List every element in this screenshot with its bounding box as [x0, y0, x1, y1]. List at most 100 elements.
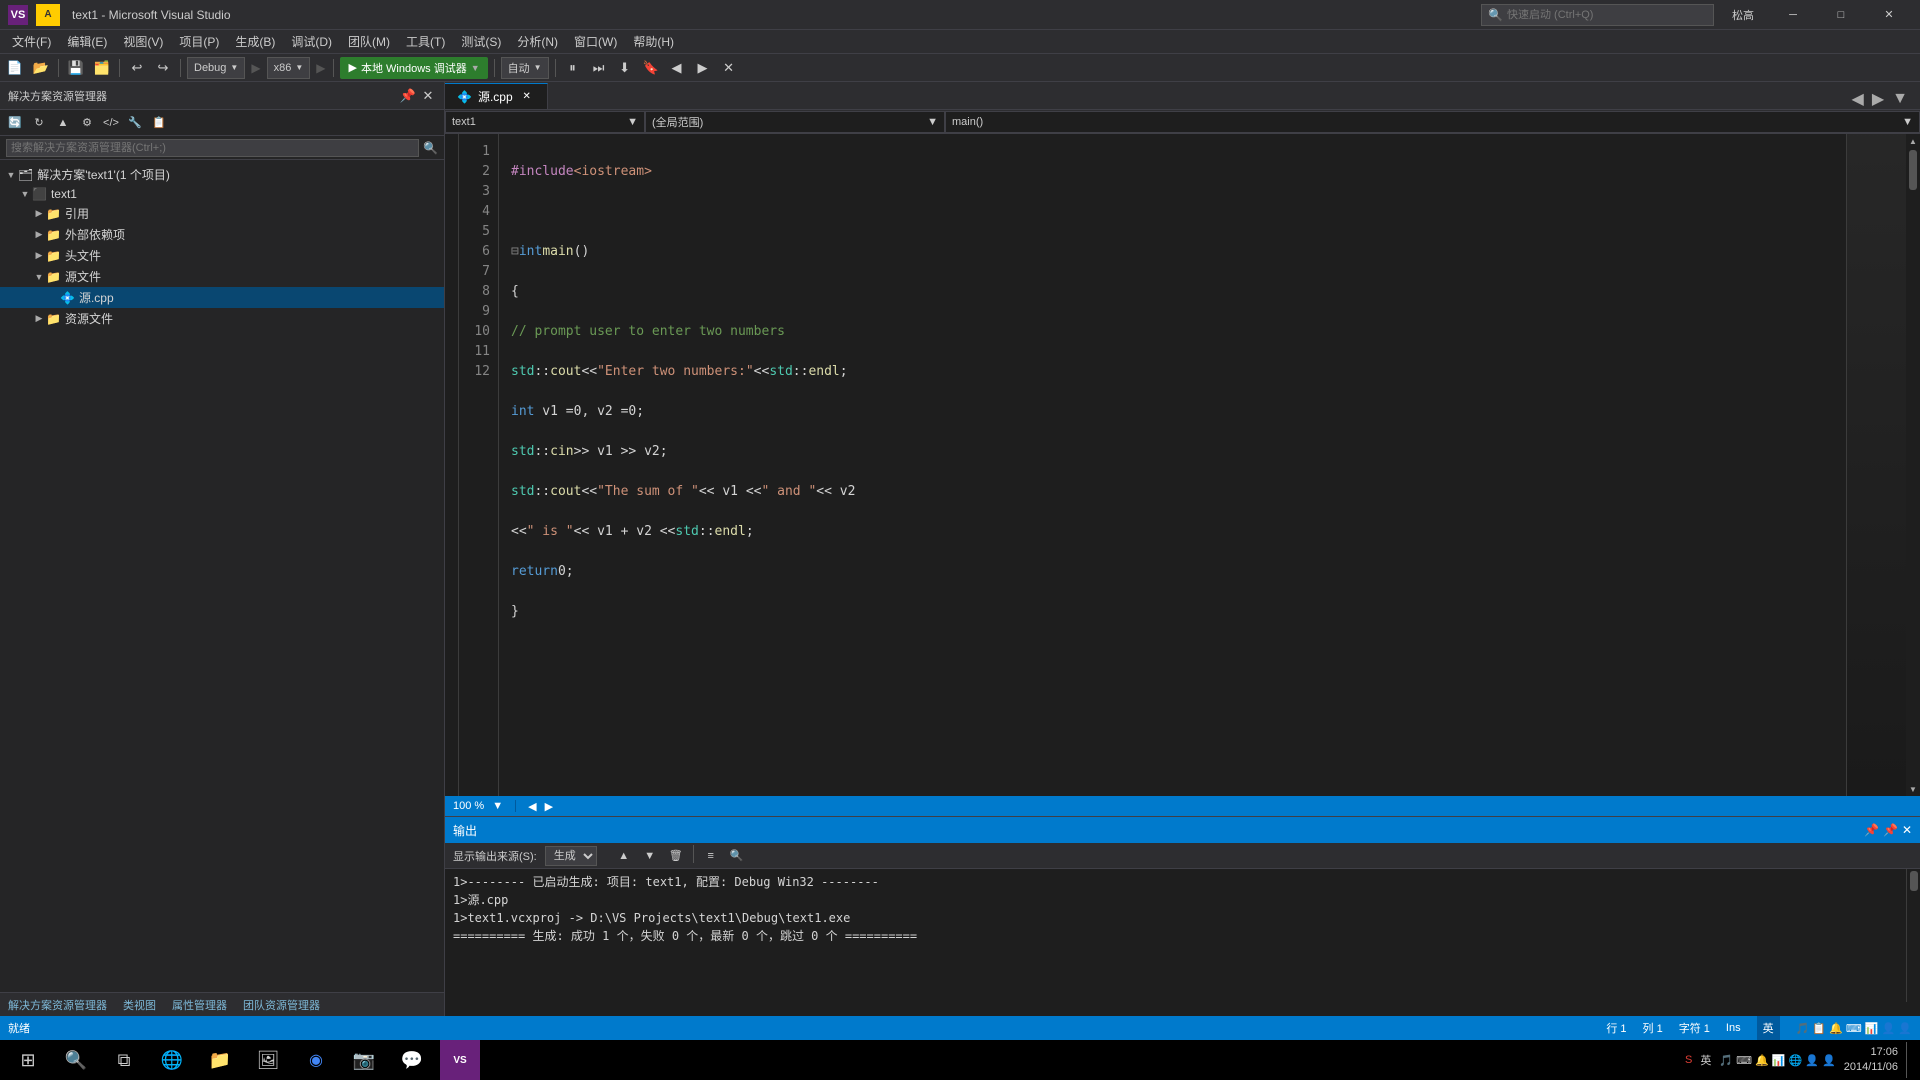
- open-btn[interactable]: 📂: [30, 57, 52, 79]
- scroll-track[interactable]: [1906, 148, 1920, 782]
- zoom-dropdown-arrow[interactable]: ▼: [492, 800, 503, 812]
- nav-member-dropdown[interactable]: main() ▼: [945, 111, 1920, 133]
- se-collapse-btn[interactable]: ▲: [52, 112, 74, 134]
- se-showfiles-btn[interactable]: 📋: [148, 112, 170, 134]
- save-all-btn[interactable]: 🗂️: [91, 57, 113, 79]
- solution-icon: 🗂: [18, 168, 33, 182]
- next-bookmark-btn[interactable]: ▶: [692, 57, 714, 79]
- tree-resource-files[interactable]: ▶ 📁 资源文件: [0, 308, 444, 329]
- scroll-thumb[interactable]: [1909, 150, 1917, 190]
- se-sync-btn[interactable]: 🔄: [4, 112, 26, 134]
- output-find[interactable]: 🔍: [726, 845, 748, 867]
- tree-external-deps[interactable]: ▶ 📁 外部依赖项: [0, 224, 444, 245]
- folder-btn[interactable]: 📁: [200, 1040, 240, 1080]
- menu-view[interactable]: 视图(V): [115, 31, 171, 52]
- horizontal-scroll-right[interactable]: ▶: [545, 800, 553, 813]
- nav-scope-dropdown[interactable]: (全局范围) ▼: [645, 111, 945, 133]
- run-button[interactable]: ▶ 本地 Windows 调试器 ▼: [340, 57, 487, 79]
- media-btn[interactable]: 🖼: [248, 1040, 288, 1080]
- menu-team[interactable]: 团队(M): [340, 31, 398, 52]
- quick-launch-input[interactable]: [1507, 9, 1707, 21]
- new-project-btn[interactable]: 📄: [4, 57, 26, 79]
- step-into-btn[interactable]: ⬇: [614, 57, 636, 79]
- scroll-down-btn[interactable]: ▼: [1906, 782, 1920, 796]
- menu-test[interactable]: 测试(S): [453, 31, 509, 52]
- menu-debug[interactable]: 调试(D): [283, 31, 340, 52]
- save-btn[interactable]: 💾: [65, 57, 87, 79]
- editor-scrollbar-vertical[interactable]: ▲ ▼: [1906, 134, 1920, 796]
- tree-source-cpp[interactable]: 💠 源.cpp: [0, 287, 444, 308]
- wechat-btn[interactable]: 💬: [392, 1040, 432, 1080]
- code-editor[interactable]: #include <iostream> ⊟int main() { // pro…: [499, 134, 1846, 796]
- breakpoints-btn[interactable]: ⏸: [562, 57, 584, 79]
- search-taskbar-btn[interactable]: 🔍: [56, 1040, 96, 1080]
- menu-file[interactable]: 文件(F): [4, 31, 59, 52]
- redo-btn[interactable]: ↪: [152, 57, 174, 79]
- output-scroll-down[interactable]: ▼: [639, 845, 661, 867]
- tree-header-files[interactable]: ▶ 📁 头文件: [0, 245, 444, 266]
- output-scrollbar-horizontal[interactable]: [445, 1002, 1920, 1016]
- menu-analyze[interactable]: 分析(N): [509, 31, 566, 52]
- close-button[interactable]: ✕: [1866, 0, 1912, 30]
- step-over-btn[interactable]: ⏭: [588, 57, 610, 79]
- nav-project-dropdown[interactable]: text1 ▼: [445, 111, 645, 133]
- tree-source-files[interactable]: ▼ 📁 源文件: [0, 266, 444, 287]
- menu-project[interactable]: 项目(P): [171, 31, 227, 52]
- taskbar-input-method[interactable]: 英: [1700, 1052, 1711, 1068]
- se-search-input[interactable]: [6, 139, 419, 157]
- menu-tools[interactable]: 工具(T): [398, 31, 453, 52]
- prev-bookmark-btn[interactable]: ◀: [666, 57, 688, 79]
- output-scroll-thumb[interactable]: [1910, 871, 1918, 891]
- tab-scroll-left[interactable]: ◀: [1848, 89, 1868, 109]
- chrome-btn[interactable]: ◉: [296, 1040, 336, 1080]
- se-refresh-btn[interactable]: ↻: [28, 112, 50, 134]
- se-tab-class[interactable]: 类视图: [123, 997, 156, 1013]
- task-view-btn[interactable]: ⧉: [104, 1040, 144, 1080]
- output-scroll-pin[interactable]: 📌: [1864, 823, 1879, 837]
- se-pin-btn[interactable]: 📌: [400, 88, 416, 104]
- output-pin-btn[interactable]: 📌: [1883, 823, 1898, 837]
- menu-edit[interactable]: 编辑(E): [59, 31, 115, 52]
- quick-launch-search[interactable]: 🔍: [1481, 4, 1714, 26]
- minimize-button[interactable]: ─: [1770, 0, 1816, 30]
- se-tab-solution[interactable]: 解决方案资源管理器: [8, 997, 107, 1013]
- photos-btn[interactable]: 📷: [344, 1040, 384, 1080]
- clear-bookmark-btn[interactable]: ✕: [718, 57, 740, 79]
- tab-expand[interactable]: ▼: [1888, 90, 1912, 108]
- se-props-btn[interactable]: ⚙: [76, 112, 98, 134]
- tree-project[interactable]: ▼ ⬛ text1: [0, 185, 444, 203]
- attach-dropdown[interactable]: 自动 ▼: [501, 57, 549, 79]
- menu-build[interactable]: 生成(B): [227, 31, 283, 52]
- bookmark-btn[interactable]: 🔖: [640, 57, 662, 79]
- debug-config-dropdown[interactable]: Debug ▼: [187, 57, 245, 79]
- undo-btn[interactable]: ↩: [126, 57, 148, 79]
- menu-help[interactable]: 帮助(H): [625, 31, 682, 52]
- scroll-up-btn[interactable]: ▲: [1906, 134, 1920, 148]
- se-view-btn[interactable]: </>: [100, 112, 122, 134]
- ie-btn[interactable]: 🌐: [152, 1040, 192, 1080]
- se-close-btn[interactable]: ✕: [420, 88, 436, 104]
- vs-taskbar-btn[interactable]: VS: [440, 1040, 480, 1080]
- output-wrap[interactable]: ≡: [700, 845, 722, 867]
- zoom-level[interactable]: 100 %: [453, 800, 484, 812]
- tab-scroll-right[interactable]: ▶: [1868, 89, 1888, 109]
- platform-dropdown[interactable]: x86 ▼: [267, 57, 311, 79]
- tab-source-cpp-close[interactable]: ✕: [519, 89, 535, 105]
- se-tab-team[interactable]: 团队资源管理器: [243, 997, 320, 1013]
- output-scroll-up[interactable]: ▲: [613, 845, 635, 867]
- restore-button[interactable]: □: [1818, 0, 1864, 30]
- tree-references[interactable]: ▶ 📁 引用: [0, 203, 444, 224]
- tab-source-cpp[interactable]: 💠 源.cpp ✕: [445, 83, 548, 109]
- tree-solution[interactable]: ▼ 🗂 解决方案'text1'(1 个项目): [0, 164, 444, 185]
- output-source-select[interactable]: 生成: [545, 846, 597, 866]
- highlight-button[interactable]: A: [36, 4, 60, 26]
- menu-window[interactable]: 窗口(W): [566, 31, 625, 52]
- output-close-btn[interactable]: ✕: [1902, 823, 1912, 837]
- horizontal-scroll-left[interactable]: ◀: [528, 800, 536, 813]
- se-tab-props[interactable]: 属性管理器: [172, 997, 227, 1013]
- output-clear[interactable]: 🗑: [665, 845, 687, 867]
- start-button[interactable]: ⊞: [8, 1040, 48, 1080]
- taskbar-show-desktop[interactable]: [1906, 1042, 1912, 1078]
- output-scrollbar-vertical[interactable]: [1906, 869, 1920, 1002]
- se-filter-btn[interactable]: 🔧: [124, 112, 146, 134]
